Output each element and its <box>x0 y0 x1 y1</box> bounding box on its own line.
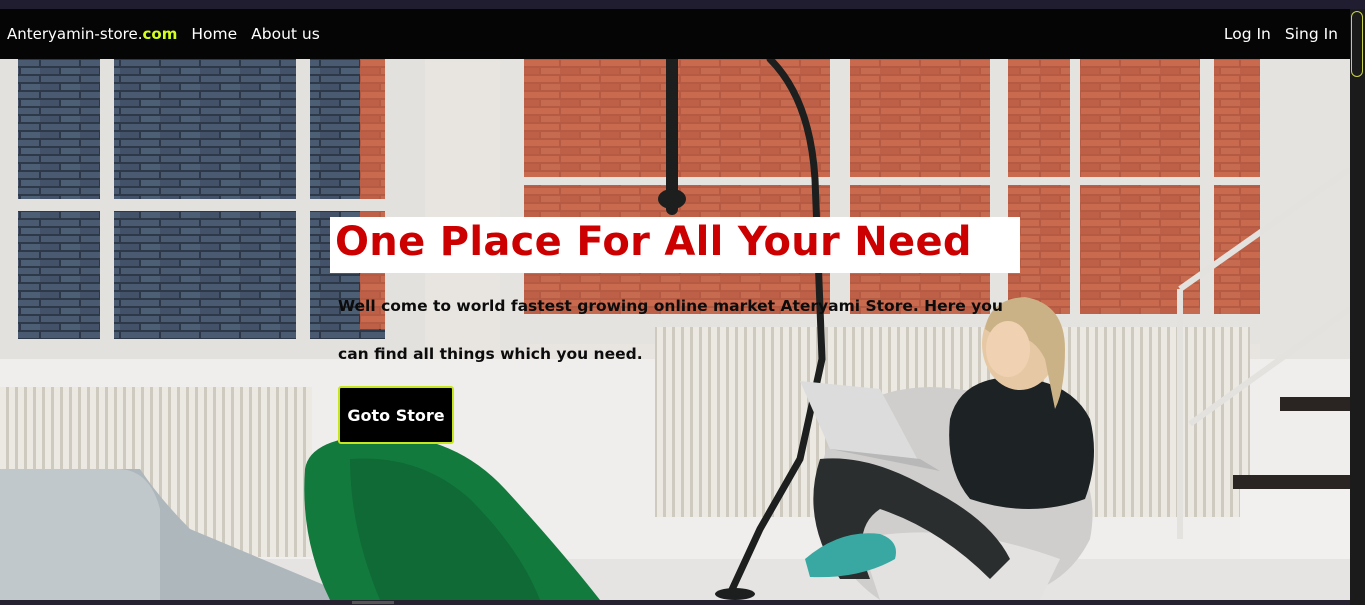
nav-about-link[interactable]: About us <box>251 25 320 43</box>
horizontal-scroll-indicator <box>352 601 394 604</box>
scrollbar-thumb[interactable] <box>1351 11 1363 77</box>
signin-link[interactable]: Sing In <box>1285 25 1338 43</box>
nav-home-link[interactable]: Home <box>191 25 237 43</box>
browser-top-strip <box>0 0 1365 9</box>
brand-domain: com <box>142 25 178 43</box>
bottom-strip <box>0 600 1350 605</box>
hero-subtext: Well come to world fastest growing onlin… <box>338 297 1003 363</box>
hero-headline: One Place For All Your Need <box>335 219 972 265</box>
auth-links: Log In Sing In <box>1224 25 1338 43</box>
brand-logo-link[interactable]: Anteryamin-store.com <box>7 25 177 43</box>
goto-store-button[interactable]: Goto Store <box>338 386 454 444</box>
navbar: Anteryamin-store.com Home About us Log I… <box>0 9 1350 59</box>
page-scrollbar[interactable] <box>1350 9 1365 605</box>
login-link[interactable]: Log In <box>1224 25 1271 43</box>
brand-name: Anteryamin-store. <box>7 25 143 43</box>
